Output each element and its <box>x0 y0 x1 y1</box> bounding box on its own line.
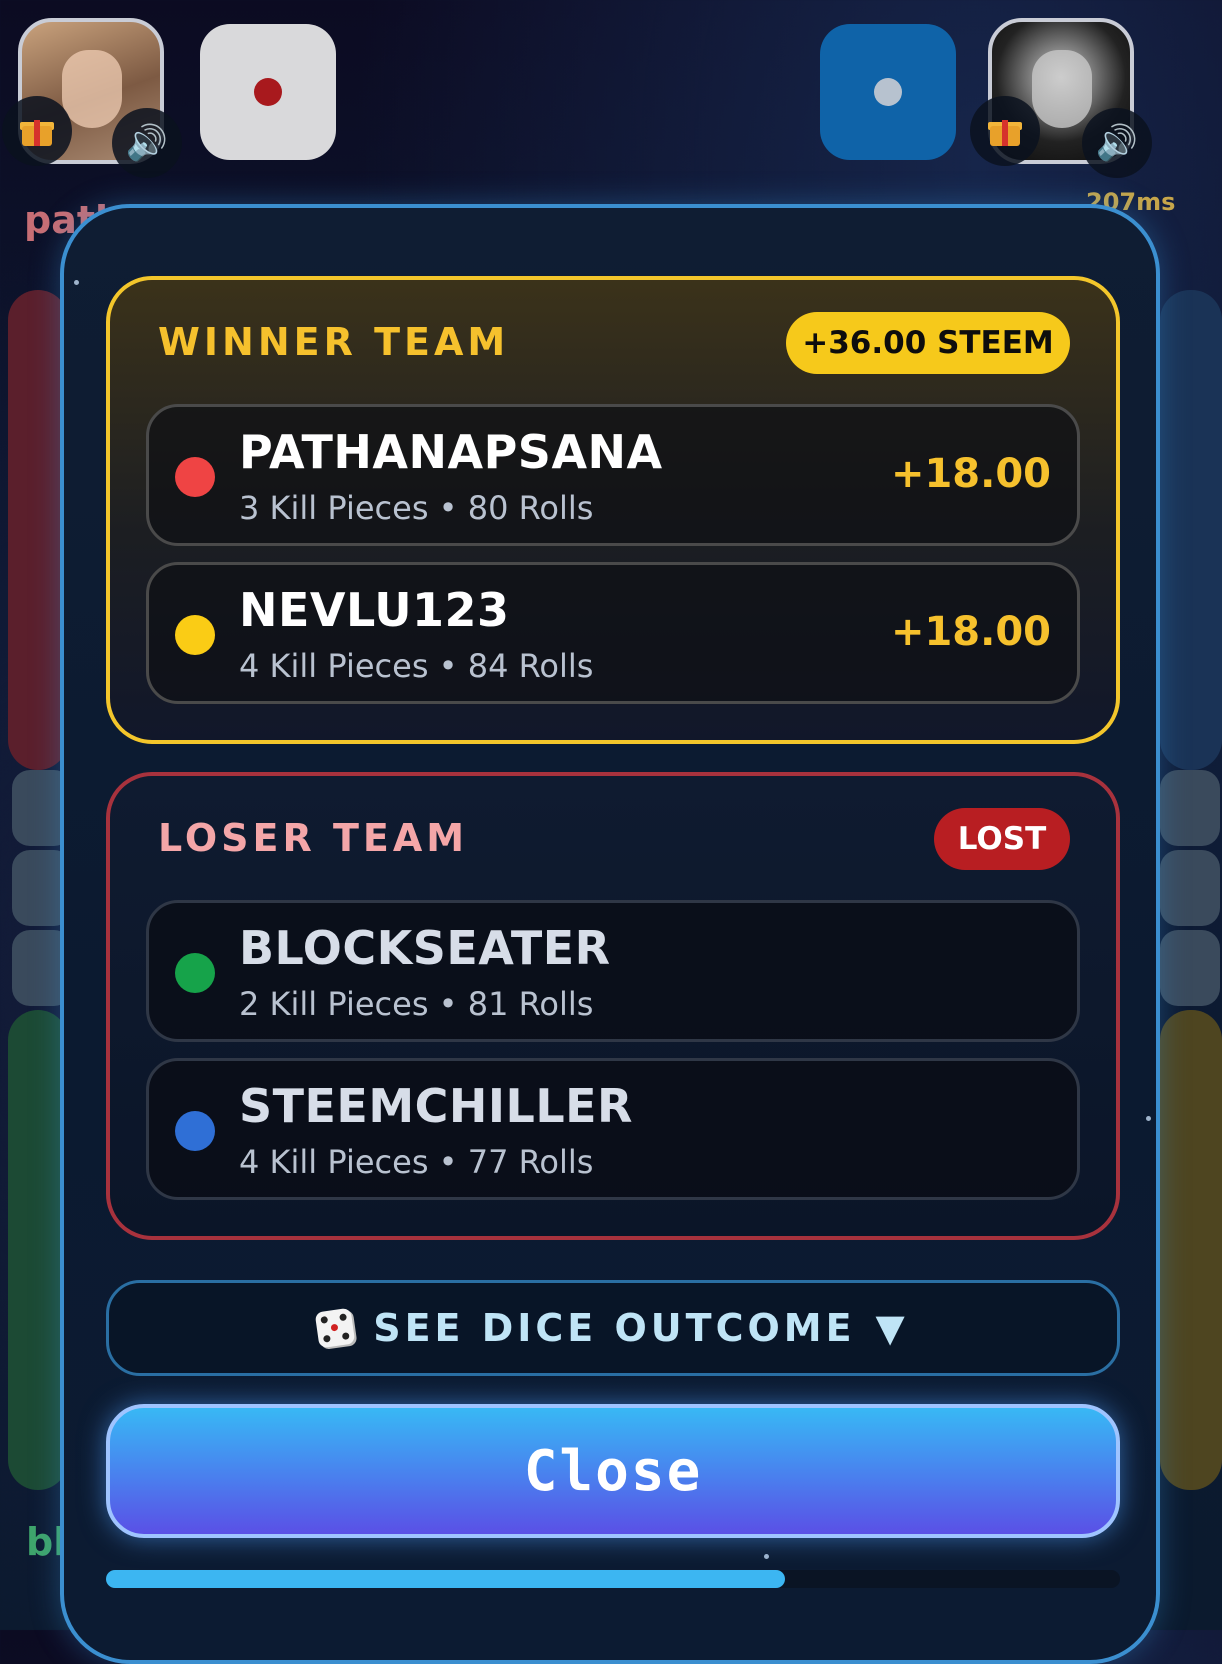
player-row: PATHANAPSANA 3 Kill Pieces • 80 Rolls +1… <box>146 404 1080 546</box>
game-result-modal: WINNER TEAM +36.00 STEEM PATHANAPSANA 3 … <box>60 204 1160 1664</box>
player-row: BLOCKSEATER 2 Kill Pieces • 81 Rolls <box>146 900 1080 1042</box>
board-panel-blue <box>1160 290 1222 770</box>
winner-team-title: WINNER TEAM <box>158 320 510 364</box>
star-decoration <box>1146 1116 1151 1121</box>
winner-team-card: WINNER TEAM +36.00 STEEM PATHANAPSANA 3 … <box>106 276 1120 744</box>
auto-close-progress-bar <box>106 1570 1120 1588</box>
board-panel-red <box>8 290 68 770</box>
dice-left[interactable] <box>200 24 336 160</box>
player-stats: 4 Kill Pieces • 84 Rolls <box>239 647 594 685</box>
player-winnings: +18.00 <box>890 451 1051 497</box>
player-name: PATHANAPSANA <box>239 425 663 479</box>
player-row: STEEMCHILLER 4 Kill Pieces • 77 Rolls <box>146 1058 1080 1200</box>
player-row: NEVLU123 4 Kill Pieces • 84 Rolls +18.00 <box>146 562 1080 704</box>
player-color-dot <box>175 615 215 655</box>
speaker-button-left[interactable]: 🔊 <box>112 108 182 178</box>
speaker-button-right[interactable]: 🔊 <box>1082 108 1152 178</box>
player-name: NEVLU123 <box>239 583 510 637</box>
dice-right[interactable] <box>820 24 956 160</box>
player-stats: 3 Kill Pieces • 80 Rolls <box>239 489 594 527</box>
player-winnings: +18.00 <box>890 609 1051 655</box>
see-dice-outcome-label: SEE DICE OUTCOME <box>373 1306 856 1350</box>
board-strip <box>1160 770 1220 846</box>
speaker-icon: 🔊 <box>125 123 169 163</box>
board-panel-yellow <box>1160 1010 1222 1490</box>
board-strip <box>1160 930 1220 1006</box>
player-name: STEEMCHILLER <box>239 1079 633 1133</box>
chevron-down-icon: ▼ <box>875 1306 909 1350</box>
loser-team-title: LOSER TEAM <box>158 816 469 860</box>
player-color-dot <box>175 953 215 993</box>
player-color-dot <box>175 1111 215 1151</box>
player-name: BLOCKSEATER <box>239 921 611 975</box>
avatar-face <box>62 50 122 128</box>
gift-button-right[interactable] <box>970 96 1040 166</box>
player-stats: 4 Kill Pieces • 77 Rolls <box>239 1143 594 1181</box>
star-decoration <box>764 1554 769 1559</box>
see-dice-outcome-button[interactable]: SEE DICE OUTCOME ▼ <box>106 1280 1120 1376</box>
speaker-icon: 🔊 <box>1095 123 1139 163</box>
board-panel-green <box>8 1010 68 1490</box>
lost-badge: LOST <box>934 808 1070 870</box>
player-stats: 2 Kill Pieces • 81 Rolls <box>239 985 594 1023</box>
loser-team-card: LOSER TEAM LOST BLOCKSEATER 2 Kill Piece… <box>106 772 1120 1240</box>
progress-fill <box>106 1570 786 1588</box>
gift-icon <box>988 116 1022 146</box>
board-strip <box>1160 850 1220 926</box>
gift-button-left[interactable] <box>2 96 72 166</box>
gift-icon <box>20 116 54 146</box>
star-decoration <box>74 280 79 285</box>
avatar-face <box>1032 50 1092 128</box>
dice-icon <box>314 1307 356 1349</box>
player-color-dot <box>175 457 215 497</box>
close-button[interactable]: Close <box>106 1404 1120 1538</box>
winnings-badge: +36.00 STEEM <box>786 312 1070 374</box>
